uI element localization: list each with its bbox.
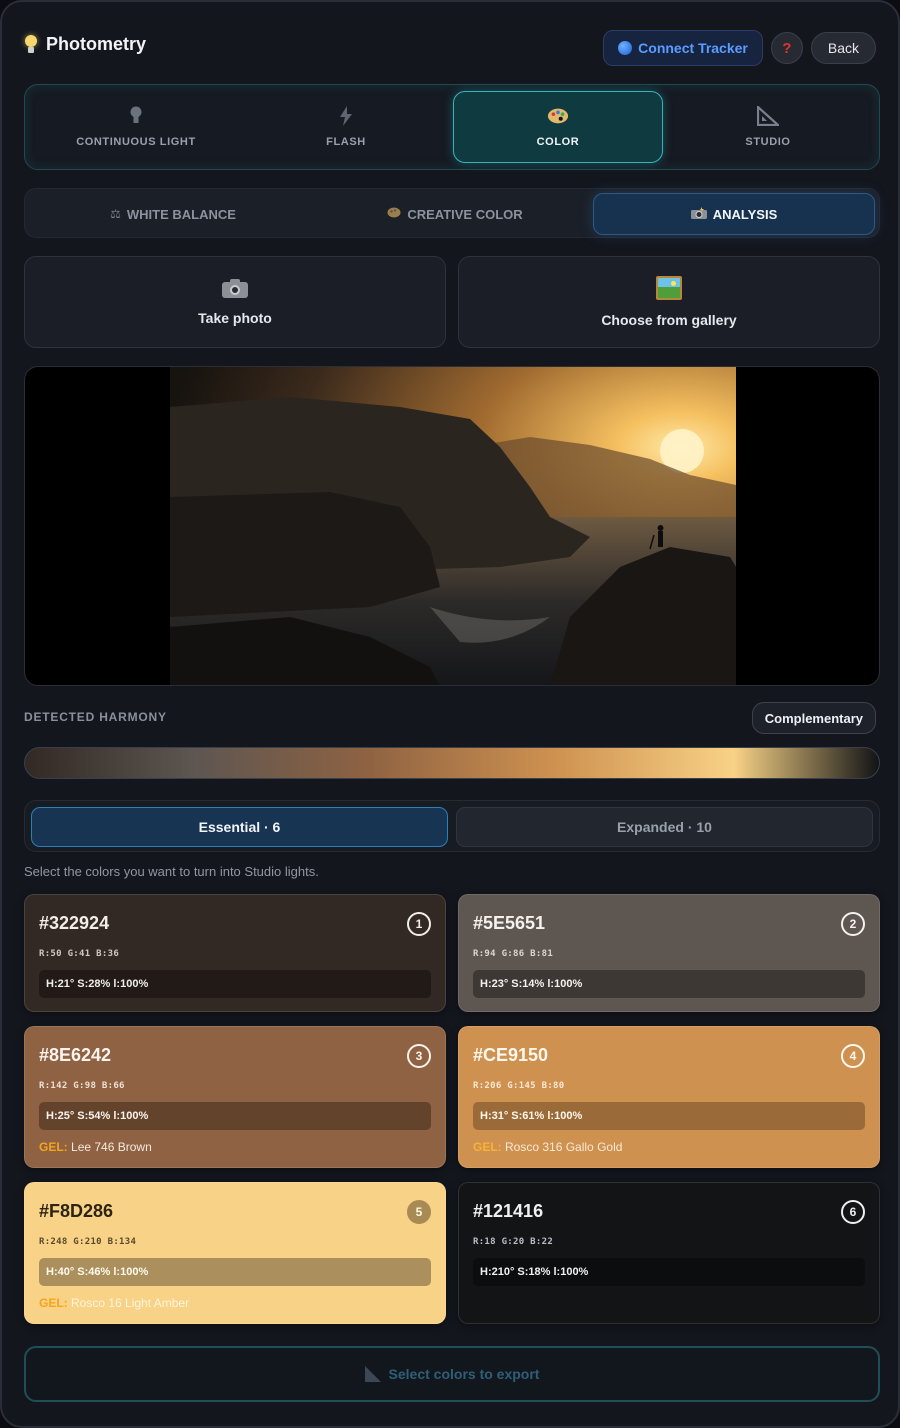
app-title: Photometry: [24, 34, 146, 55]
color-rgb: R:94 G:86 B:81: [473, 949, 554, 959]
harmony-label: DETECTED HARMONY: [24, 710, 167, 724]
app-window: Photometry Connect Tracker ? Back CONTIN…: [0, 0, 900, 1428]
tab-label: WHITE BALANCE: [126, 206, 236, 222]
export-label: Select colors to export: [388, 1366, 540, 1382]
choose-gallery-button[interactable]: Choose from gallery: [458, 256, 880, 348]
tab-creative-color[interactable]: CREATIVE COLOR: [317, 193, 593, 235]
take-photo-button[interactable]: Take photo: [24, 256, 446, 348]
palette-icon: [547, 106, 569, 126]
color-hex: #8E6242: [39, 1045, 112, 1065]
blue-dot-icon: [618, 41, 633, 55]
connect-tracker-label: Connect Tracker: [638, 40, 748, 56]
help-button[interactable]: ?: [770, 32, 803, 64]
choose-gallery-label: Choose from gallery: [601, 312, 737, 328]
essential-button[interactable]: Essential · 6: [31, 807, 448, 847]
tab-label: CREATIVE COLOR: [407, 206, 523, 222]
color-sub-tabs: ⚖ WHITE BALANCE CREATIVE COLOR ANALYSIS: [24, 188, 880, 238]
tab-label: ANALYSIS: [712, 206, 778, 222]
color-card[interactable]: #121416 6 R:18 G:20 B:22 H:210° S:18% l:…: [458, 1182, 880, 1324]
triangle-ruler-icon: [757, 106, 779, 126]
gel-key: GEL:: [39, 1140, 68, 1154]
photo-preview: [24, 366, 880, 686]
color-card[interactable]: #F8D286 5 R:248 G:210 B:134 H:40° S:46% …: [24, 1182, 446, 1324]
gel-recommendation: GEL: Rosco 316 Gallo Gold: [473, 1140, 622, 1154]
triangle-ruler-icon: [364, 1366, 381, 1382]
color-rgb: R:142 G:98 B:66: [39, 1081, 125, 1091]
tab-label: COLOR: [536, 136, 580, 148]
color-card[interactable]: #5E5651 2 R:94 G:86 B:81 H:23° S:14% l:1…: [458, 894, 880, 1012]
tab-label: CONTINUOUS LIGHT: [76, 136, 196, 148]
tab-label: STUDIO: [745, 136, 791, 148]
color-card[interactable]: #322924 1 R:50 G:41 B:36 H:21° S:28% l:1…: [24, 894, 446, 1012]
color-hsl: H:21° S:28% l:100%: [39, 970, 431, 998]
color-number: 4: [841, 1044, 865, 1068]
color-card[interactable]: #CE9150 4 R:206 G:145 B:80 H:31° S:61% l…: [458, 1026, 880, 1168]
analyzed-photo: [170, 367, 736, 685]
color-hsl: H:25° S:54% l:100%: [39, 1102, 431, 1130]
lightbulb-icon: [24, 34, 38, 55]
color-hex: #322924: [39, 913, 110, 933]
expanded-button[interactable]: Expanded · 10: [456, 807, 873, 847]
color-number: 2: [841, 912, 865, 936]
color-hsl: H:31° S:61% l:100%: [473, 1102, 865, 1130]
gel-key: GEL:: [473, 1140, 502, 1154]
color-rgb: R:18 G:20 B:22: [473, 1237, 554, 1247]
bolt-icon: [335, 106, 357, 126]
palette-size-toggle: Essential · 6 Expanded · 10: [24, 800, 880, 852]
palette-gradient-bar: [24, 747, 880, 779]
selection-hint: Select the colors you want to turn into …: [24, 864, 319, 879]
color-hsl: H:40° S:46% l:100%: [39, 1258, 431, 1286]
gel-key: GEL:: [39, 1296, 68, 1310]
tab-color[interactable]: COLOR: [453, 91, 663, 163]
color-hex: #5E5651: [473, 913, 546, 933]
scale-icon: ⚖: [110, 207, 121, 221]
color-hsl: H:210° S:18% l:100%: [473, 1258, 865, 1286]
picture-icon: [656, 276, 682, 300]
color-number: 3: [407, 1044, 431, 1068]
color-hex: #CE9150: [473, 1045, 549, 1065]
tab-continuous-light[interactable]: CONTINUOUS LIGHT: [31, 91, 241, 163]
gel-name: Rosco 16 Light Amber: [71, 1296, 190, 1310]
color-hex: #121416: [473, 1201, 544, 1221]
main-tabs: CONTINUOUS LIGHT FLASH COLOR STUDIO: [24, 84, 880, 170]
palette-icon: [387, 207, 401, 221]
app-title-text: Photometry: [46, 34, 147, 54]
color-rgb: R:50 G:41 B:36: [39, 949, 120, 959]
camera-flash-icon: [690, 206, 707, 222]
tab-flash[interactable]: FLASH: [241, 91, 451, 163]
harmony-badge: Complementary: [751, 702, 876, 734]
color-hex: #F8D286: [39, 1201, 114, 1221]
export-button[interactable]: Select colors to export: [24, 1346, 880, 1402]
color-hsl: H:23° S:14% l:100%: [473, 970, 865, 998]
take-photo-label: Take photo: [198, 310, 272, 326]
tab-label: FLASH: [326, 136, 366, 148]
bulb-icon: [125, 106, 147, 126]
camera-icon: [222, 278, 248, 298]
tab-studio[interactable]: STUDIO: [663, 91, 873, 163]
header: Photometry Connect Tracker ? Back: [24, 30, 876, 66]
color-number: 6: [841, 1200, 865, 1224]
tab-white-balance[interactable]: ⚖ WHITE BALANCE: [29, 193, 317, 235]
tab-analysis[interactable]: ANALYSIS: [593, 193, 875, 235]
color-rgb: R:248 G:210 B:134: [39, 1237, 137, 1247]
gel-recommendation: GEL: Lee 746 Brown: [39, 1140, 152, 1154]
gel-name: Rosco 316 Gallo Gold: [505, 1140, 623, 1154]
back-button[interactable]: Back: [810, 32, 876, 64]
gel-recommendation: GEL: Rosco 16 Light Amber: [39, 1296, 189, 1310]
color-rgb: R:206 G:145 B:80: [473, 1081, 565, 1091]
color-number: 5: [407, 1200, 431, 1224]
gel-name: Lee 746 Brown: [71, 1140, 152, 1154]
connect-tracker-button[interactable]: Connect Tracker: [603, 30, 763, 66]
color-number: 1: [407, 912, 431, 936]
color-card[interactable]: #8E6242 3 R:142 G:98 B:66 H:25° S:54% l:…: [24, 1026, 446, 1168]
